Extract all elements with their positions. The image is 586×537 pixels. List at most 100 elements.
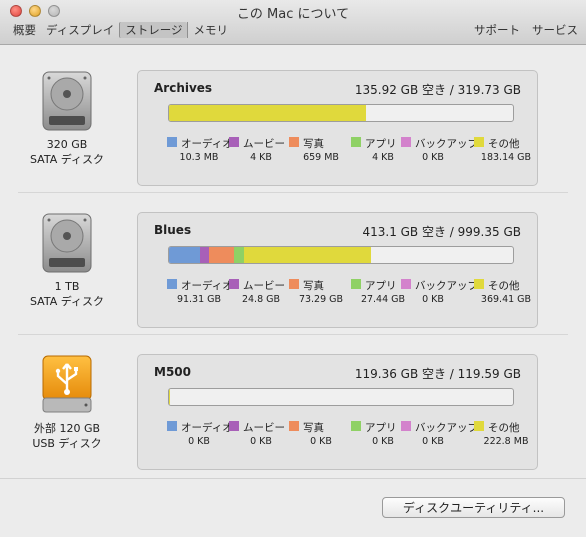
usage-segment-other (169, 389, 170, 405)
legend-label: オーディオ (181, 280, 233, 292)
legend-swatch (401, 421, 411, 431)
legend-swatch (474, 137, 484, 147)
legend-label: バックアップ (415, 280, 478, 292)
legend-swatch (351, 421, 361, 431)
legend-swatch (351, 137, 361, 147)
usage-bar (168, 388, 514, 406)
legend-value: 659 MB (303, 152, 339, 163)
legend-value: 0 KB (422, 294, 444, 305)
legend-value: 0 KB (422, 436, 444, 447)
volume-space: 413.1 GB 空き / 999.35 GB (362, 225, 521, 239)
legend-value: 0 KB (310, 436, 332, 447)
disk-type-label: SATA ディスク (30, 295, 104, 308)
legend-swatch (229, 279, 239, 289)
legend-swatch (289, 137, 299, 147)
disk-size-label: 1 TB (54, 280, 80, 293)
disk-size-label: 320 GB (46, 138, 88, 151)
legend-swatch (289, 279, 299, 289)
legend-value: 0 KB (188, 436, 210, 447)
legend-swatch (351, 279, 361, 289)
volume-panel: M500 119.36 GB 空き / 119.59 GB オーディオ 0 KB ム… (137, 354, 538, 470)
legend-value: 183.14 GB (480, 152, 532, 163)
legend-swatch (167, 279, 177, 289)
legend-swatch (167, 137, 177, 147)
volume-name: Blues (154, 223, 192, 237)
legend-label: ムービー (243, 280, 285, 292)
legend-label: ムービー (243, 138, 285, 150)
usage-segment-apps (234, 247, 244, 263)
usage-legend: オーディオ 91.31 GB ムービー 24.8 GB 写真 73.29 GB アプリ 27.… (167, 278, 537, 312)
usage-bar (168, 104, 514, 122)
disk-type-label: USB ディスク (32, 437, 102, 450)
legend-label: バックアップ (415, 138, 478, 150)
row-divider (18, 192, 568, 193)
legend-swatch (474, 279, 484, 289)
disk-row-2: 1 TB SATA ディスク Blues 413.1 GB 空き / 999.3… (0, 212, 586, 354)
hard-drive-icon (40, 212, 94, 273)
disk-row-3: 外部 120 GB USB ディスク M500 119.36 GB 空き / 1… (0, 354, 586, 496)
legend-swatch (401, 279, 411, 289)
volume-panel: Archives 135.92 GB 空き / 319.73 GB オーディオ 1… (137, 70, 538, 186)
disk-type-label: SATA ディスク (30, 153, 104, 166)
legend-label: ムービー (243, 422, 285, 434)
usage-legend: オーディオ 0 KB ムービー 0 KB 写真 0 KB アプリ 0 KB バックアップ 0 KB… (167, 420, 537, 454)
usage-bar (168, 246, 514, 264)
legend-label: その他 (488, 280, 520, 292)
tab-overview[interactable]: 概要 (8, 22, 41, 38)
legend-label: その他 (488, 138, 520, 150)
row-divider (18, 334, 568, 335)
footer-divider (0, 478, 586, 479)
legend-label: 写真 (303, 280, 324, 292)
legend-label: アプリ (365, 280, 397, 292)
about-this-mac-window: この Mac について 概要 ディスプレイ ストレージ メモリ サポート サービ… (0, 0, 586, 537)
legend-swatch (167, 421, 177, 431)
legend-swatch (401, 137, 411, 147)
usage-legend: オーディオ 10.3 MB ムービー 4 KB 写真 659 MB アプリ 4 KB バックアッ… (167, 136, 537, 170)
usage-segment-movies (200, 247, 209, 263)
service-link[interactable]: サービス (532, 22, 578, 38)
volume-panel: Blues 413.1 GB 空き / 999.35 GB オーディオ 91.31… (137, 212, 538, 328)
legend-value: 10.3 MB (179, 152, 219, 163)
tab-bar: 概要 ディスプレイ ストレージ メモリ (8, 22, 233, 38)
legend-label: その他 (488, 422, 520, 434)
legend-value: 369.41 GB (480, 294, 532, 305)
legend-swatch (474, 421, 484, 431)
tab-displays[interactable]: ディスプレイ (41, 22, 119, 38)
hard-drive-icon (40, 70, 94, 131)
disk-size-label: 外部 120 GB (33, 422, 101, 435)
legend-value: 0 KB (422, 152, 444, 163)
header-links: サポート サービス (474, 22, 578, 38)
tab-memory[interactable]: メモリ (187, 22, 233, 38)
legend-label: バックアップ (415, 422, 478, 434)
legend-swatch (229, 137, 239, 147)
support-link[interactable]: サポート (474, 22, 520, 38)
legend-label: アプリ (365, 422, 397, 434)
legend-label: オーディオ (181, 422, 233, 434)
usage-segment-photos (208, 247, 235, 263)
volume-space: 119.36 GB 空き / 119.59 GB (354, 367, 521, 381)
legend-swatch (289, 421, 299, 431)
usb-drive-icon (40, 354, 94, 414)
legend-value: 24.8 GB (241, 294, 281, 305)
tab-storage[interactable]: ストレージ (119, 22, 188, 38)
legend-value: 0 KB (250, 436, 272, 447)
usage-segment-audio (169, 247, 201, 263)
legend-label: オーディオ (181, 138, 233, 150)
legend-label: 写真 (303, 422, 324, 434)
window-title: この Mac について (236, 7, 350, 22)
legend-value: 222.8 MB (483, 436, 529, 447)
legend-label: アプリ (365, 138, 397, 150)
usage-segment-other (243, 247, 371, 263)
legend-value: 91.31 GB (176, 294, 222, 305)
title-bar: この Mac について 概要 ディスプレイ ストレージ メモリ サポート サービ… (0, 0, 586, 45)
legend-label: 写真 (303, 138, 324, 150)
volume-space: 135.92 GB 空き / 319.73 GB (354, 83, 521, 97)
volume-name: Archives (154, 81, 213, 95)
legend-value: 73.29 GB (298, 294, 344, 305)
legend-swatch (229, 421, 239, 431)
usage-segment-other (169, 105, 367, 121)
legend-value: 4 KB (250, 152, 272, 163)
volume-name: M500 (154, 365, 191, 379)
disk-utility-button[interactable]: ディスクユーティリティ... (382, 497, 565, 518)
disk-row-1: 320 GB SATA ディスク Archives 135.92 GB 空き /… (0, 70, 586, 212)
